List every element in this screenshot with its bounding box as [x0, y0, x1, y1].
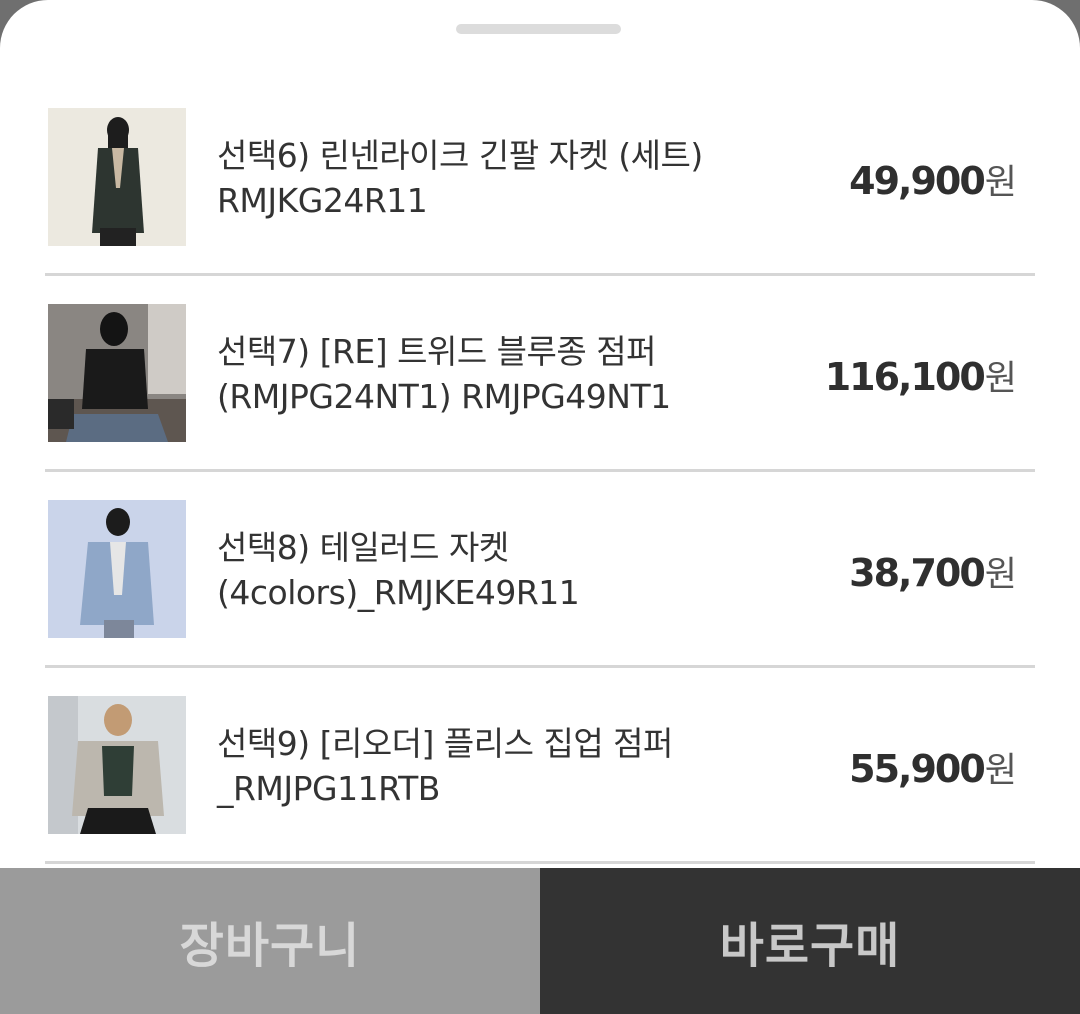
price-unit: 원: [984, 555, 1017, 595]
product-option-item[interactable]: 선택8) 테일러드 자켓 (4colors)_RMJKE49R11 38,700…: [45, 472, 1035, 668]
product-price: 55,900원: [849, 742, 1017, 793]
product-option-list: 선택6) 린넨라이크 긴팔 자켓 (세트) RMJKG24R11 49,900원…: [45, 80, 1035, 864]
product-thumbnail: [48, 108, 186, 246]
product-price: 38,700원: [849, 546, 1017, 597]
price-unit: 원: [984, 751, 1017, 791]
buy-now-button[interactable]: 바로구매: [540, 868, 1080, 1014]
price-unit: 원: [984, 359, 1017, 399]
bottom-sheet: 선택6) 린넨라이크 긴팔 자켓 (세트) RMJKG24R11 49,900원…: [0, 0, 1080, 1014]
action-bar: 장바구니 바로구매: [0, 868, 1080, 1014]
price-value: 49,900: [849, 159, 986, 203]
product-thumbnail: [48, 304, 186, 442]
product-name: 선택6) 린넨라이크 긴팔 자켓 (세트) RMJKG24R11: [217, 136, 703, 220]
product-thumbnail: [48, 500, 186, 638]
product-name: 선택9) [리오더] 플리스 집업 점퍼 _RMJPG11RTB: [217, 724, 673, 808]
product-option-item[interactable]: 선택6) 린넨라이크 긴팔 자켓 (세트) RMJKG24R11 49,900원: [45, 80, 1035, 276]
product-name: 선택7) [RE] 트위드 블루종 점퍼 (RMJPG24NT1) RMJPG4…: [217, 332, 671, 416]
product-price: 116,100원: [825, 350, 1017, 401]
product-price: 49,900원: [849, 154, 1017, 205]
price-unit: 원: [984, 163, 1017, 203]
product-name: 선택8) 테일러드 자켓 (4colors)_RMJKE49R11: [217, 528, 580, 612]
price-value: 55,900: [849, 747, 986, 791]
product-thumbnail: [48, 696, 186, 834]
product-option-item[interactable]: 선택9) [리오더] 플리스 집업 점퍼 _RMJPG11RTB 55,900원: [45, 668, 1035, 864]
price-value: 38,700: [849, 551, 986, 595]
drag-handle[interactable]: [456, 24, 621, 34]
product-option-item[interactable]: 선택7) [RE] 트위드 블루종 점퍼 (RMJPG24NT1) RMJPG4…: [45, 276, 1035, 472]
add-to-cart-button[interactable]: 장바구니: [0, 868, 540, 1014]
price-value: 116,100: [824, 355, 986, 399]
